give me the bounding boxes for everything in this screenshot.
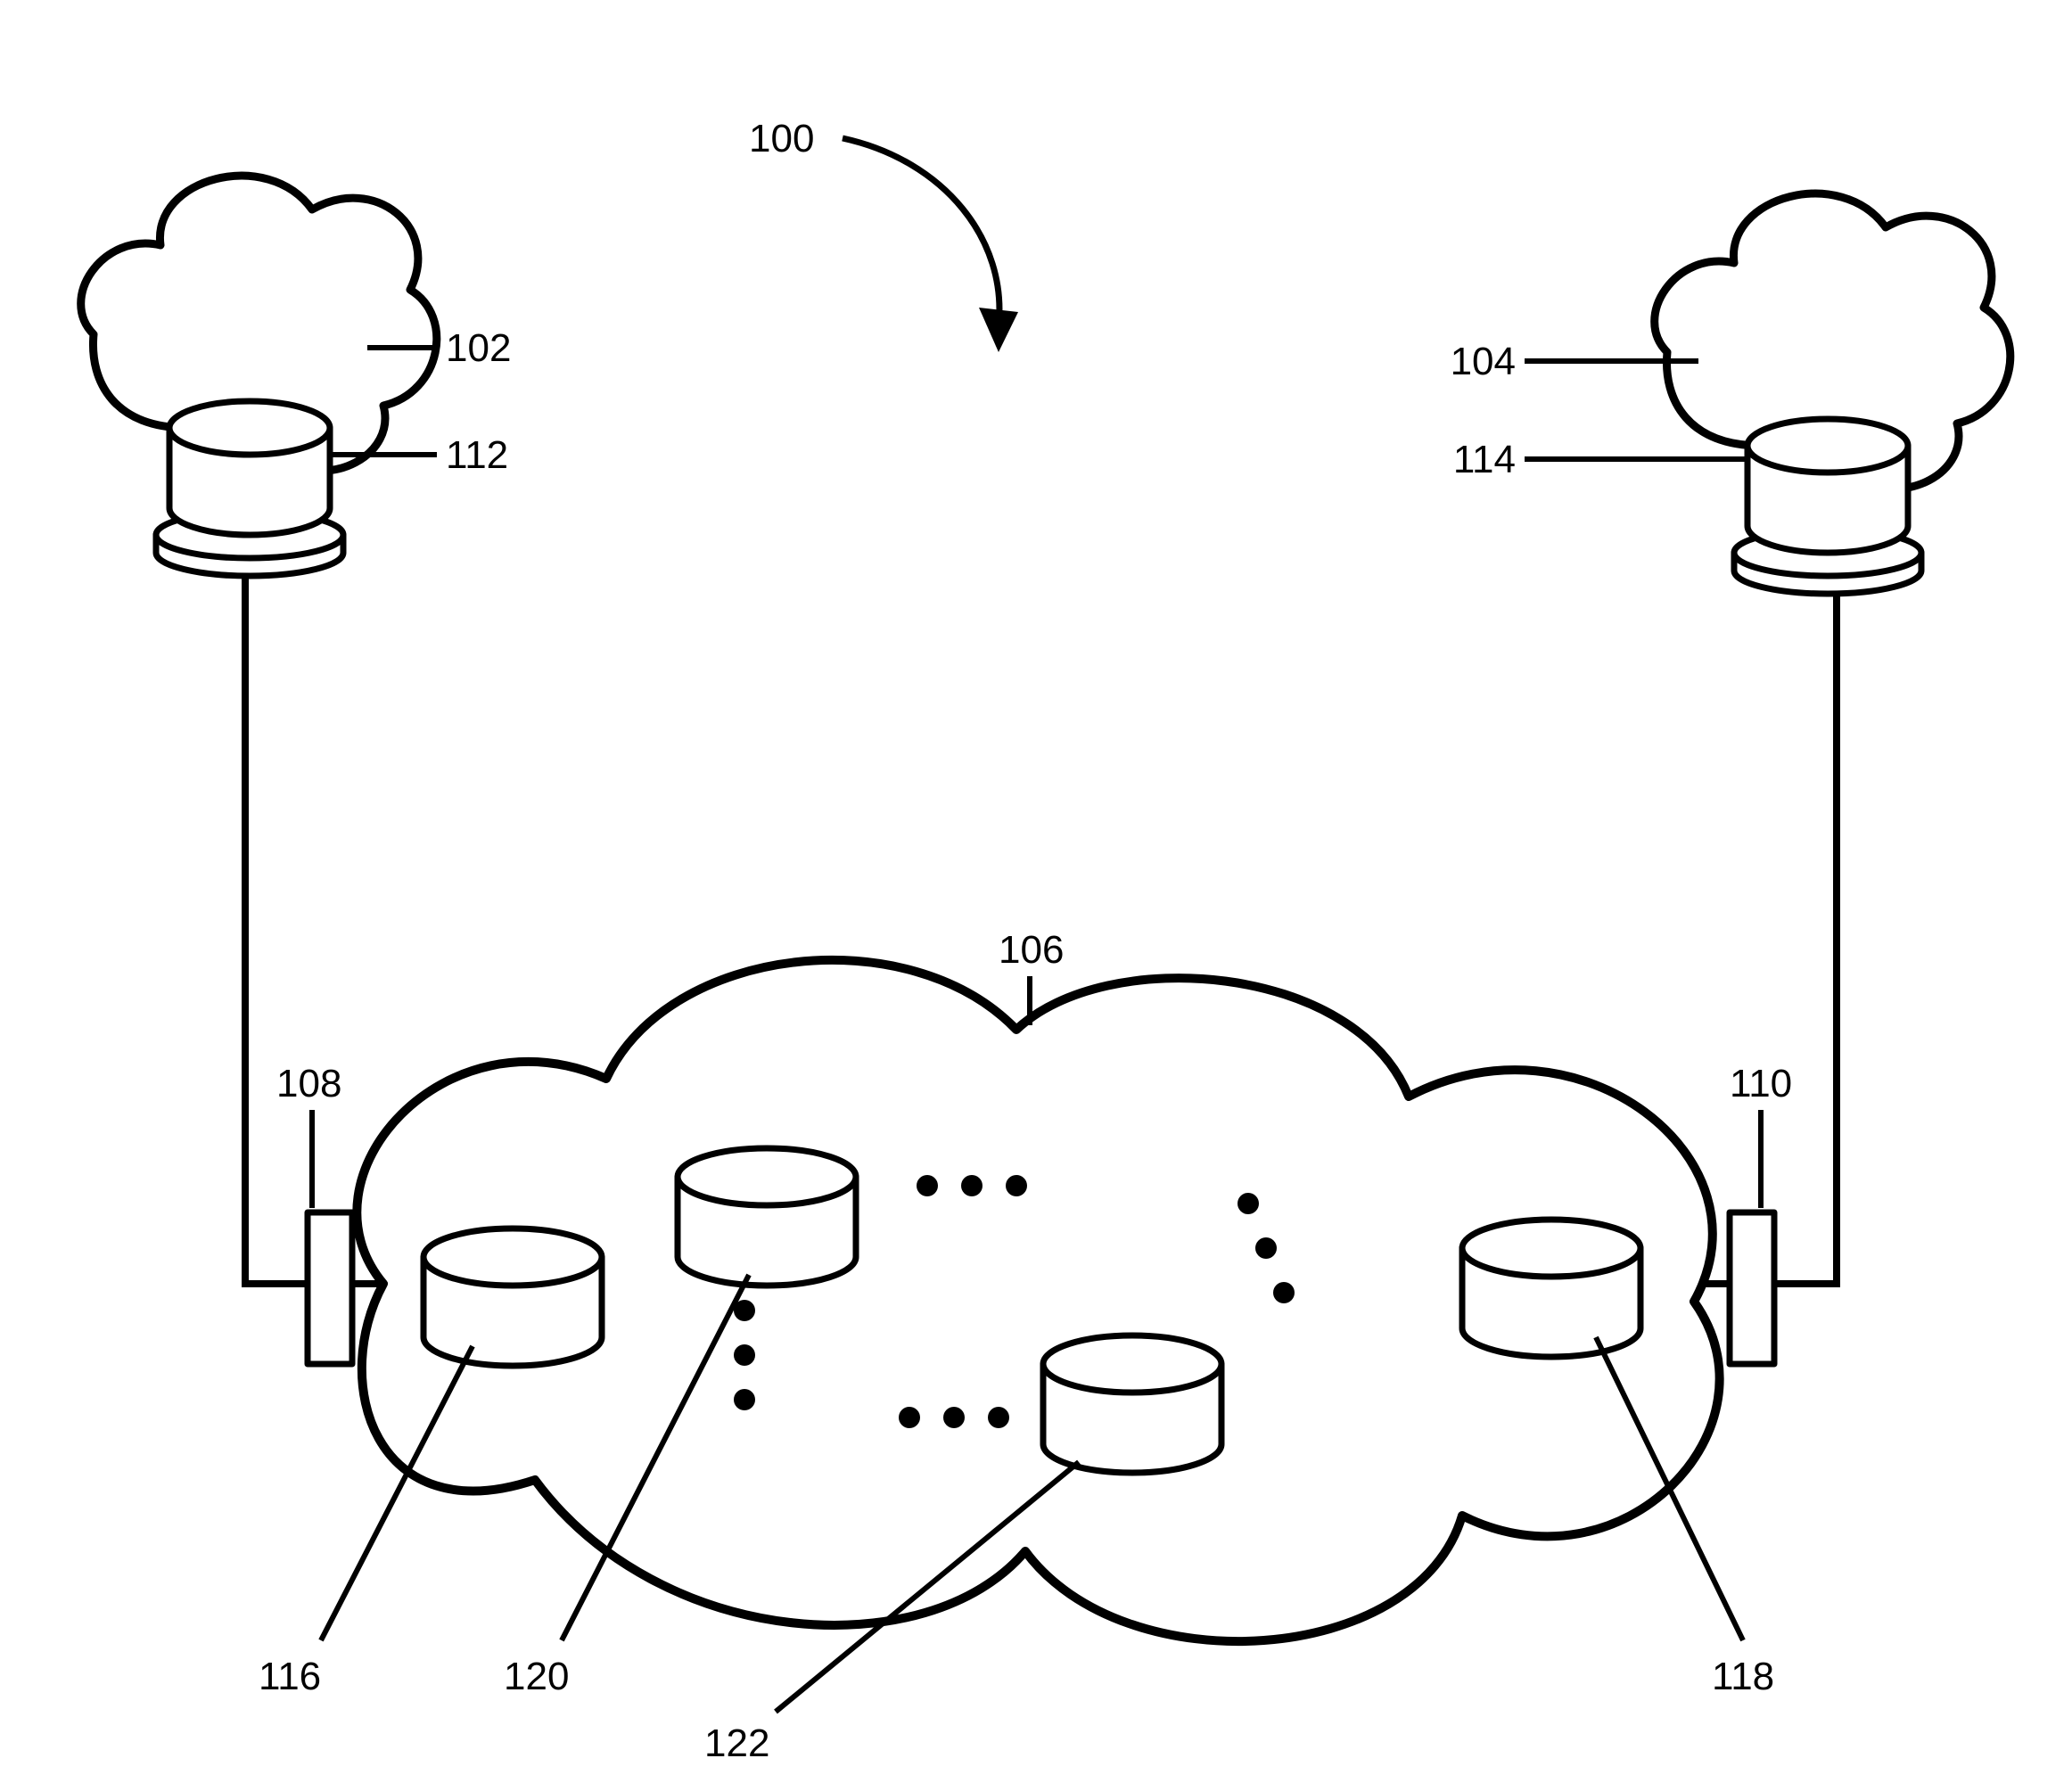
big-cloud-cylinder-mid-b bbox=[1043, 1335, 1221, 1473]
label-114: 114 bbox=[1453, 438, 1516, 481]
label-104: 104 bbox=[1451, 340, 1516, 383]
ellipsis-left-vertical bbox=[734, 1300, 755, 1410]
big-cloud-cylinder-left bbox=[423, 1228, 602, 1366]
figure-ref-arrow bbox=[843, 138, 999, 325]
label-108: 108 bbox=[276, 1062, 341, 1105]
ellipsis-top bbox=[917, 1175, 1027, 1196]
label-122: 122 bbox=[704, 1721, 769, 1765]
label-110: 110 bbox=[1730, 1062, 1792, 1105]
ellipsis-bottom bbox=[899, 1407, 1009, 1428]
figure-ref-label: 100 bbox=[749, 117, 814, 160]
label-118: 118 bbox=[1712, 1655, 1774, 1698]
connector-right-cloud-to-rect bbox=[1774, 553, 1837, 1284]
connector-left-cloud-to-rect bbox=[245, 553, 308, 1284]
label-116: 116 bbox=[259, 1655, 321, 1698]
left-rectangle bbox=[308, 1212, 352, 1364]
big-cloud-cylinder-right bbox=[1462, 1220, 1640, 1357]
label-120: 120 bbox=[504, 1655, 569, 1698]
label-102: 102 bbox=[446, 326, 511, 370]
label-106: 106 bbox=[999, 928, 1064, 972]
label-112: 112 bbox=[446, 433, 508, 477]
figure-ref-arrowhead bbox=[979, 308, 1018, 352]
patent-figure: 100 102 112 104 114 106 108 110 116 120 … bbox=[0, 0, 2072, 1783]
right-cloud-cylinder bbox=[1734, 419, 1921, 594]
right-rectangle bbox=[1730, 1212, 1774, 1364]
left-cloud-cylinder bbox=[156, 401, 343, 576]
big-cloud-cylinder-mid-a bbox=[678, 1148, 856, 1286]
